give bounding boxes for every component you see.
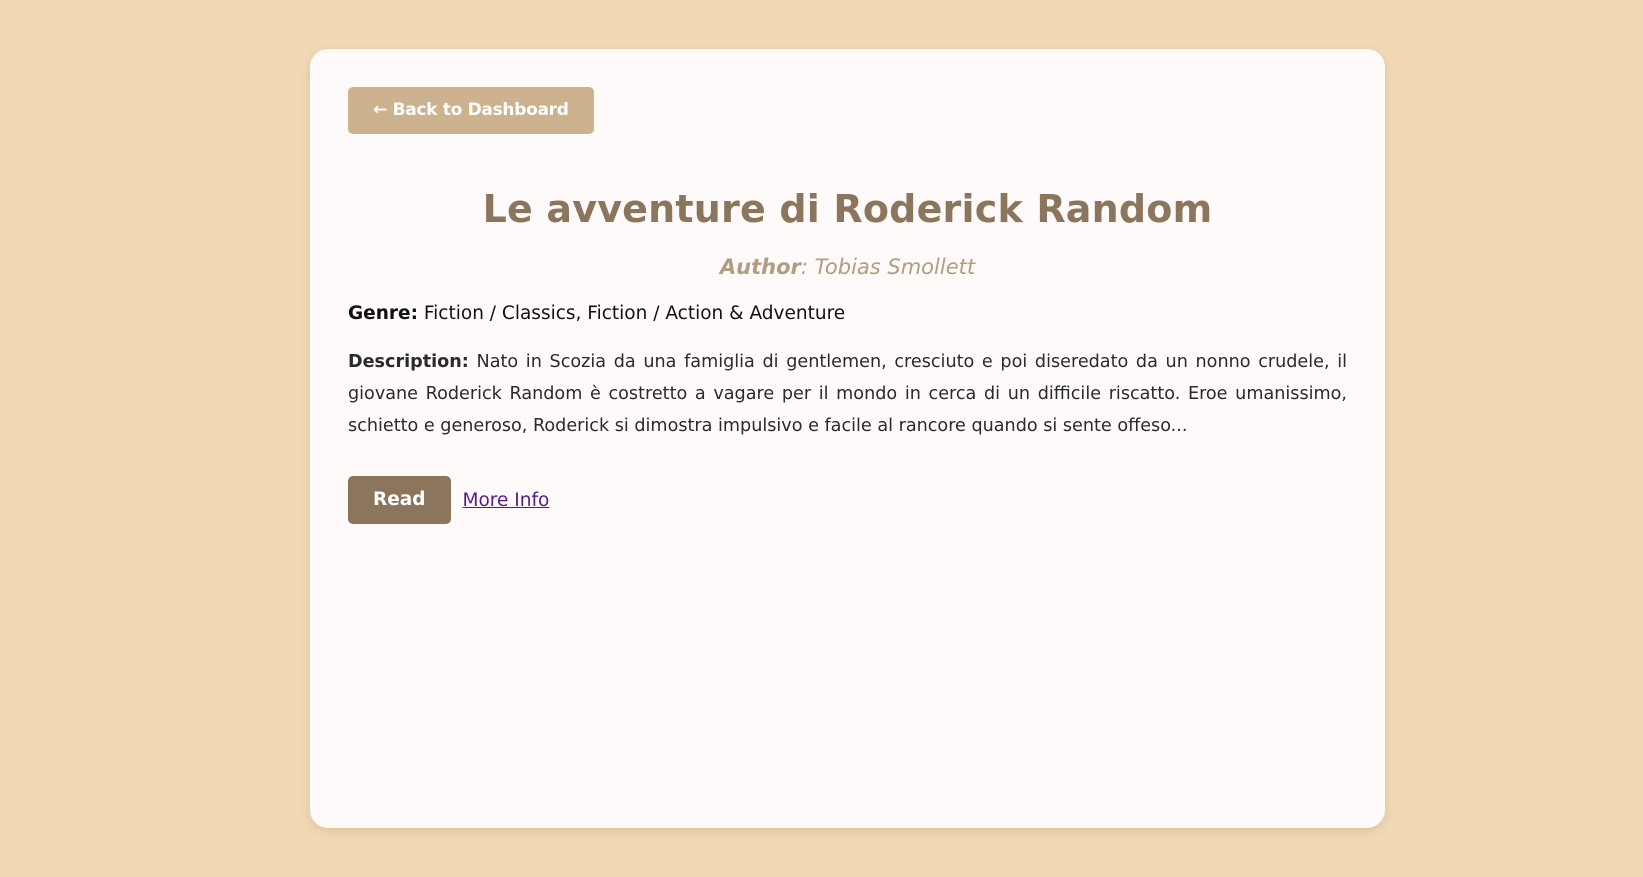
author-label: Author [719, 255, 801, 279]
read-button[interactable]: Read [348, 476, 451, 524]
book-description: Description: Nato in Scozia da una famig… [348, 346, 1347, 442]
more-info-link[interactable]: More Info [463, 490, 550, 511]
description-text: Nato in Scozia da una famiglia di gentle… [348, 352, 1347, 436]
genre-value: Fiction / Classics, Fiction / Action & A… [423, 303, 846, 324]
book-genre: Genre: Fiction / Classics, Fiction / Act… [348, 300, 1347, 328]
book-author: Author: Tobias Smollett [348, 252, 1347, 282]
author-name: Tobias Smollett [814, 255, 976, 279]
book-actions: Read More Info [348, 476, 1347, 524]
book-title: Le avventure di Roderick Random [482, 187, 1213, 231]
back-to-dashboard-button[interactable]: ← Back to Dashboard [348, 87, 594, 134]
book-detail-card: ← Back to Dashboard Le avventure di Rode… [310, 49, 1385, 828]
genre-label: Genre: [348, 303, 418, 324]
description-label: Description: [348, 352, 469, 372]
author-separator: : [800, 255, 808, 279]
